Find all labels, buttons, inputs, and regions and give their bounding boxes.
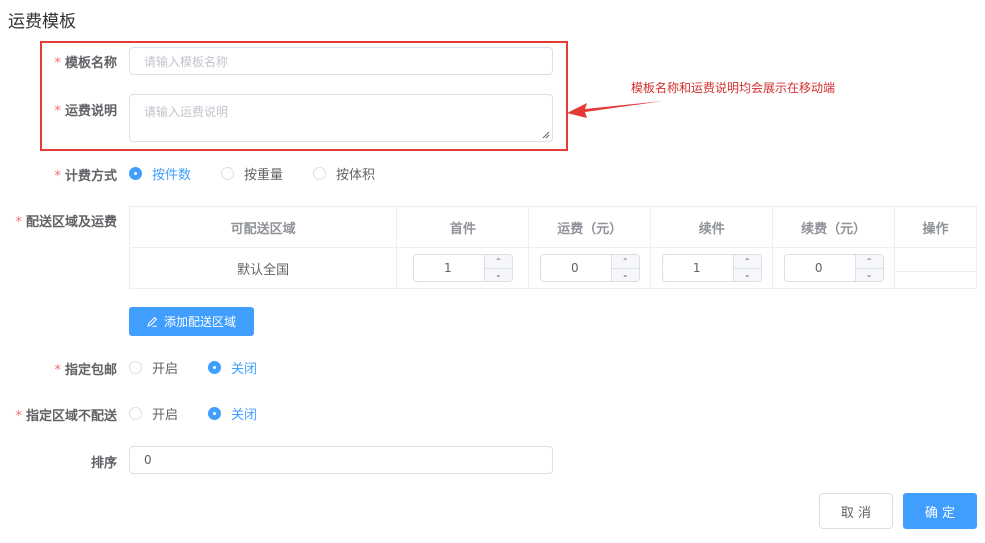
delivery-region-table: 可配送区域 首件 运费（元） 续件 续费（元） 操作 默认全国 1 ⌃ ⌄ 0 … xyxy=(128,206,977,289)
extra-item-stepper[interactable]: 1 ⌃ ⌄ xyxy=(661,254,762,282)
column-header: 首件 xyxy=(396,206,530,248)
column-header: 续费（元） xyxy=(772,206,896,248)
confirm-button[interactable]: 确 定 xyxy=(903,493,977,529)
radio-dot xyxy=(129,361,142,374)
chevron-up-icon[interactable]: ⌃ xyxy=(485,255,512,268)
radio-by-weight[interactable]: 按重量 xyxy=(221,164,283,183)
first-fee-stepper[interactable]: 0 ⌃ ⌄ xyxy=(539,254,640,282)
edit-icon xyxy=(147,316,158,327)
radio-dot xyxy=(129,407,142,420)
column-header: 续件 xyxy=(650,206,774,248)
sort-input[interactable]: 0 xyxy=(129,446,553,474)
stepper-value[interactable]: 1 xyxy=(414,255,484,281)
table-row: 默认全国 1 ⌃ ⌄ 0 ⌃ ⌄ 1 ⌃ ⌄ 0 ⌃ ⌄ xyxy=(128,247,977,289)
extra-fee-stepper[interactable]: 0 ⌃ ⌄ xyxy=(783,254,884,282)
no-delivery-radio-group: 开启 关闭 xyxy=(129,404,287,423)
radio-dot xyxy=(208,361,222,374)
column-header: 可配送区域 xyxy=(128,206,398,248)
radio-no-delivery-off[interactable]: 关闭 xyxy=(208,404,257,423)
chevron-down-icon[interactable]: ⌄ xyxy=(484,267,512,282)
table-header-row: 可配送区域 首件 运费（元） 续件 续费（元） 操作 xyxy=(128,206,977,248)
radio-free-shipping-on[interactable]: 开启 xyxy=(129,358,178,377)
region-cell: 默认全国 xyxy=(128,247,398,289)
column-header: 操作 xyxy=(894,206,977,248)
billing-method-label: * 计费方式 xyxy=(54,169,117,184)
stepper-value[interactable]: 1 xyxy=(663,255,733,281)
chevron-up-icon[interactable]: ⌃ xyxy=(612,255,639,268)
required-mark: * xyxy=(54,169,61,184)
free-shipping-radio-group: 开启 关闭 xyxy=(129,358,287,377)
radio-dot xyxy=(208,407,222,420)
stepper-value[interactable]: 0 xyxy=(541,255,611,281)
delivery-regions-label: * 配送区域及运费 xyxy=(15,215,117,230)
highlight-box xyxy=(40,41,568,151)
required-mark: * xyxy=(15,409,22,424)
radio-no-delivery-on[interactable]: 开启 xyxy=(129,404,178,423)
required-mark: * xyxy=(54,363,61,378)
radio-by-count[interactable]: 按件数 xyxy=(129,164,191,183)
chevron-down-icon[interactable]: ⌄ xyxy=(733,267,761,282)
add-region-button[interactable]: 添加配送区域 xyxy=(129,307,254,336)
sort-label: 排序 xyxy=(90,456,117,471)
arrow-icon xyxy=(567,101,663,118)
stepper-value[interactable]: 0 xyxy=(785,255,855,281)
chevron-down-icon[interactable]: ⌄ xyxy=(855,267,883,282)
radio-dot xyxy=(129,167,142,180)
first-item-stepper[interactable]: 1 ⌃ ⌄ xyxy=(412,254,513,282)
annotation-text: 模板名称和运费说明均会展示在移动端 xyxy=(631,81,836,95)
no-delivery-label: * 指定区域不配送 xyxy=(15,409,117,424)
radio-by-volume[interactable]: 按体积 xyxy=(313,164,375,183)
chevron-up-icon[interactable]: ⌃ xyxy=(734,255,761,268)
cancel-button[interactable]: 取 消 xyxy=(819,493,893,529)
billing-method-radio-group: 按件数 按重量 按体积 xyxy=(129,164,405,183)
chevron-up-icon[interactable]: ⌃ xyxy=(856,255,883,268)
radio-free-shipping-off[interactable]: 关闭 xyxy=(208,358,257,377)
page-title: 运费模板 xyxy=(8,12,76,32)
chevron-down-icon[interactable]: ⌄ xyxy=(611,267,639,282)
required-mark: * xyxy=(15,215,22,230)
radio-dot xyxy=(221,167,235,180)
free-shipping-label: * 指定包邮 xyxy=(54,363,117,378)
column-header: 运费（元） xyxy=(528,206,652,248)
radio-dot xyxy=(313,167,327,180)
operation-cell xyxy=(894,247,977,289)
